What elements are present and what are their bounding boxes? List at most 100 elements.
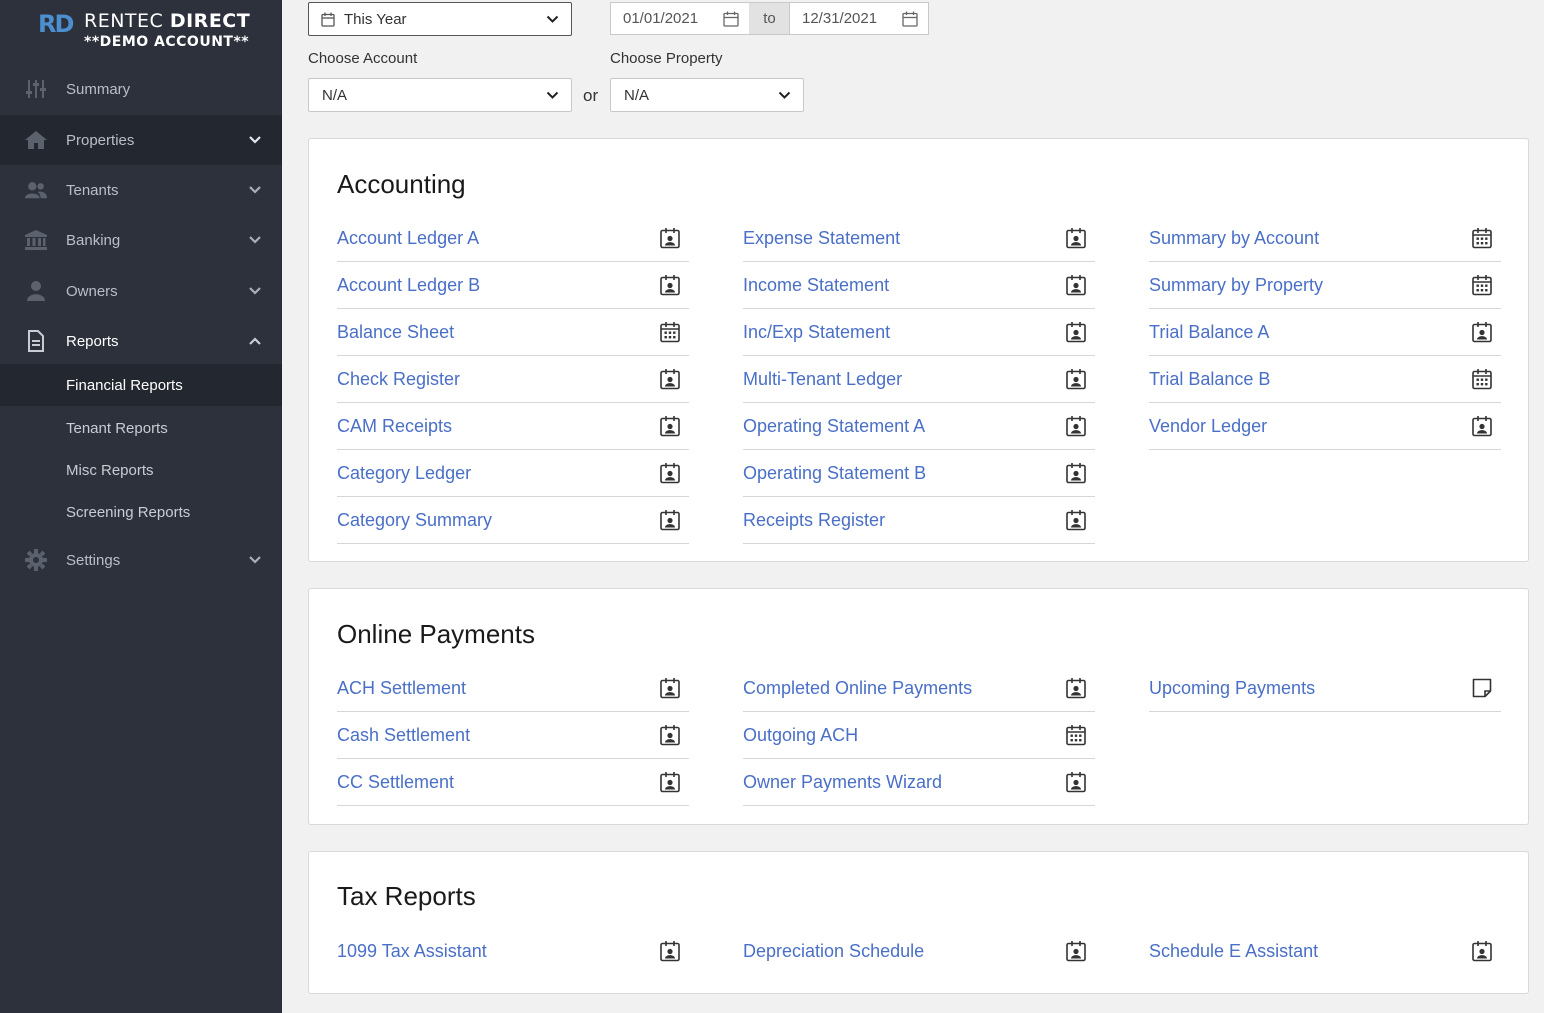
calendar-grid-icon[interactable]	[1471, 274, 1493, 296]
report-link[interactable]: Account Ledger B	[337, 275, 480, 296]
report-link[interactable]: Summary by Property	[1149, 275, 1323, 296]
report-link[interactable]: Schedule E Assistant	[1149, 941, 1318, 962]
sidebar-item-reports[interactable]: Reports	[0, 316, 282, 366]
report-link-row[interactable]: Check Register	[337, 356, 689, 403]
report-link-row[interactable]: Schedule E Assistant	[1149, 928, 1501, 975]
report-link[interactable]: Income Statement	[743, 275, 889, 296]
report-link[interactable]: Receipts Register	[743, 510, 885, 531]
report-link-row[interactable]: Balance Sheet	[337, 309, 689, 356]
report-link[interactable]: Expense Statement	[743, 228, 900, 249]
sidebar-subitem-financial-reports[interactable]: Financial Reports	[0, 364, 282, 406]
calendar-person-icon[interactable]	[1065, 415, 1087, 437]
calendar-icon[interactable]	[902, 11, 918, 27]
report-link[interactable]: Trial Balance B	[1149, 369, 1270, 390]
report-link-row[interactable]: Cash Settlement	[337, 712, 689, 759]
report-link-row[interactable]: Account Ledger A	[337, 215, 689, 262]
report-link[interactable]: CC Settlement	[337, 772, 454, 793]
calendar-person-icon[interactable]	[1471, 940, 1493, 962]
calendar-person-icon[interactable]	[1065, 274, 1087, 296]
calendar-grid-icon[interactable]	[659, 321, 681, 343]
report-link-row[interactable]: Category Summary	[337, 497, 689, 544]
calendar-person-icon[interactable]	[659, 509, 681, 531]
report-link[interactable]: Upcoming Payments	[1149, 678, 1315, 699]
report-link[interactable]: Cash Settlement	[337, 725, 470, 746]
calendar-person-icon[interactable]	[1065, 462, 1087, 484]
report-link[interactable]: CAM Receipts	[337, 416, 452, 437]
sidebar-item-owners[interactable]: Owners	[0, 266, 282, 316]
report-link-row[interactable]: Account Ledger B	[337, 262, 689, 309]
calendar-person-icon[interactable]	[659, 274, 681, 296]
report-link-row[interactable]: Upcoming Payments	[1149, 665, 1501, 712]
report-link-row[interactable]: 1099 Tax Assistant	[337, 928, 689, 975]
calendar-person-icon[interactable]	[659, 677, 681, 699]
report-link[interactable]: Check Register	[337, 369, 460, 390]
report-link-row[interactable]: Summary by Account	[1149, 215, 1501, 262]
report-link-row[interactable]: Receipts Register	[743, 497, 1095, 544]
date-to-input[interactable]: 12/31/2021	[789, 2, 929, 35]
report-link-row[interactable]: ACH Settlement	[337, 665, 689, 712]
calendar-person-icon[interactable]	[659, 940, 681, 962]
report-link-row[interactable]: CC Settlement	[337, 759, 689, 806]
brand-logo[interactable]: RD RENTEC DIRECT **DEMO ACCOUNT**	[38, 6, 250, 56]
note-icon[interactable]	[1471, 677, 1493, 699]
report-link[interactable]: Operating Statement A	[743, 416, 925, 437]
calendar-grid-icon[interactable]	[1065, 724, 1087, 746]
calendar-person-icon[interactable]	[659, 227, 681, 249]
report-link[interactable]: ACH Settlement	[337, 678, 466, 699]
report-link-row[interactable]: Inc/Exp Statement	[743, 309, 1095, 356]
report-link[interactable]: Balance Sheet	[337, 322, 454, 343]
report-link[interactable]: Account Ledger A	[337, 228, 479, 249]
calendar-person-icon[interactable]	[1065, 227, 1087, 249]
calendar-grid-icon[interactable]	[1471, 368, 1493, 390]
calendar-person-icon[interactable]	[1065, 368, 1087, 390]
report-link-row[interactable]: Income Statement	[743, 262, 1095, 309]
report-link[interactable]: Owner Payments Wizard	[743, 772, 942, 793]
report-link[interactable]: Multi-Tenant Ledger	[743, 369, 902, 390]
sidebar-subitem-tenant-reports[interactable]: Tenant Reports	[0, 407, 282, 449]
report-link-row[interactable]: Trial Balance B	[1149, 356, 1501, 403]
report-link[interactable]: Category Summary	[337, 510, 492, 531]
calendar-person-icon[interactable]	[1471, 321, 1493, 343]
calendar-grid-icon[interactable]	[1471, 227, 1493, 249]
report-link[interactable]: 1099 Tax Assistant	[337, 941, 487, 962]
report-link[interactable]: Completed Online Payments	[743, 678, 972, 699]
report-link-row[interactable]: Depreciation Schedule	[743, 928, 1095, 975]
calendar-person-icon[interactable]	[659, 462, 681, 484]
report-link-row[interactable]: Owner Payments Wizard	[743, 759, 1095, 806]
report-link-row[interactable]: Outgoing ACH	[743, 712, 1095, 759]
calendar-person-icon[interactable]	[659, 771, 681, 793]
calendar-person-icon[interactable]	[1065, 321, 1087, 343]
report-link-row[interactable]: Vendor Ledger	[1149, 403, 1501, 450]
report-link-row[interactable]: CAM Receipts	[337, 403, 689, 450]
report-link-row[interactable]: Expense Statement	[743, 215, 1095, 262]
report-link-row[interactable]: Operating Statement B	[743, 450, 1095, 497]
date-from-input[interactable]: 01/01/2021	[610, 2, 750, 35]
report-link-row[interactable]: Completed Online Payments	[743, 665, 1095, 712]
report-link[interactable]: Outgoing ACH	[743, 725, 858, 746]
report-link-row[interactable]: Operating Statement A	[743, 403, 1095, 450]
report-link[interactable]: Trial Balance A	[1149, 322, 1269, 343]
sidebar-subitem-screening-reports[interactable]: Screening Reports	[0, 491, 282, 533]
calendar-icon[interactable]	[723, 11, 739, 27]
sidebar-item-banking[interactable]: Banking	[0, 215, 282, 265]
calendar-person-icon[interactable]	[659, 724, 681, 746]
report-link[interactable]: Operating Statement B	[743, 463, 926, 484]
sidebar-item-properties[interactable]: Properties	[0, 115, 282, 165]
calendar-person-icon[interactable]	[659, 415, 681, 437]
report-link-row[interactable]: Category Ledger	[337, 450, 689, 497]
account-select[interactable]: N/A	[308, 78, 572, 112]
report-link[interactable]: Depreciation Schedule	[743, 941, 924, 962]
calendar-person-icon[interactable]	[1065, 509, 1087, 531]
report-link[interactable]: Vendor Ledger	[1149, 416, 1267, 437]
period-select[interactable]: This Year	[308, 2, 572, 36]
report-link[interactable]: Summary by Account	[1149, 228, 1319, 249]
sidebar-item-settings[interactable]: Settings	[0, 535, 282, 585]
report-link[interactable]: Category Ledger	[337, 463, 471, 484]
calendar-person-icon[interactable]	[1065, 771, 1087, 793]
calendar-person-icon[interactable]	[1471, 415, 1493, 437]
calendar-person-icon[interactable]	[1065, 677, 1087, 699]
calendar-person-icon[interactable]	[659, 368, 681, 390]
report-link[interactable]: Inc/Exp Statement	[743, 322, 890, 343]
report-link-row[interactable]: Summary by Property	[1149, 262, 1501, 309]
report-link-row[interactable]: Multi-Tenant Ledger	[743, 356, 1095, 403]
